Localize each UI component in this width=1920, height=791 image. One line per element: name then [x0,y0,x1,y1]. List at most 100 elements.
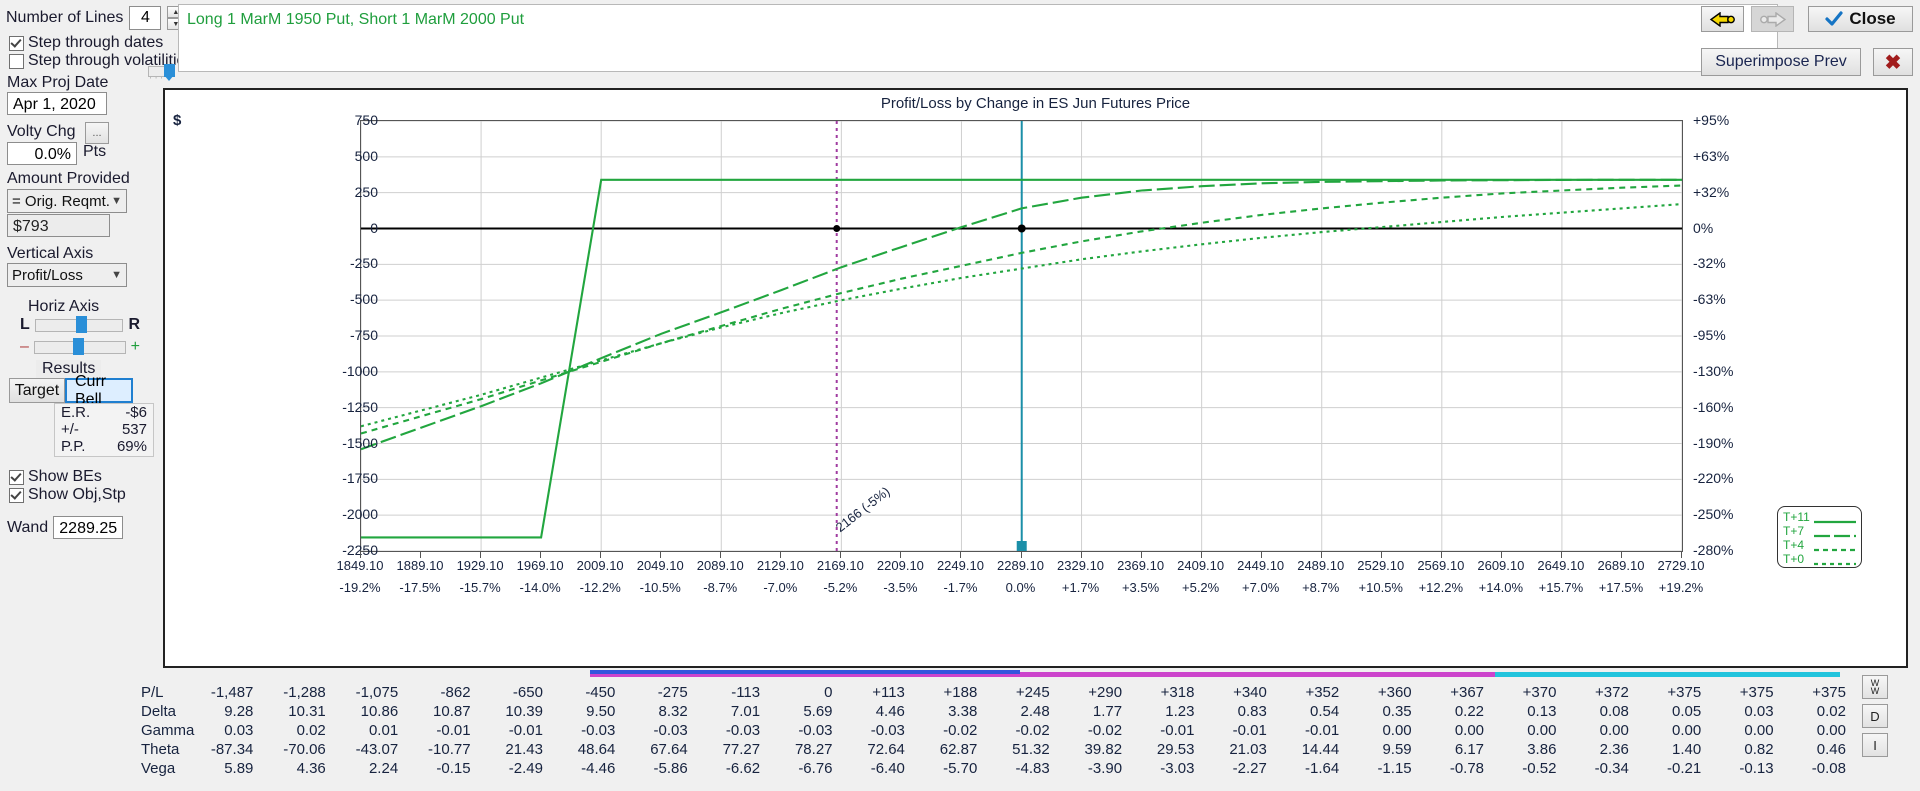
volty-chg-input[interactable]: 0.0% [7,142,77,165]
results-values-box: E.R. -$6 +/- 537 P.P. 69% [54,403,154,457]
x-axis-tick-mark [1500,552,1502,558]
show-objstp-label: Show Obj,Stp [28,486,126,503]
checkmark-icon [1825,11,1843,26]
table-cell: -43.07 [355,741,399,758]
y2-axis-tick-label: +63% [1693,147,1730,164]
table-cell: 0.00 [1744,722,1774,739]
results-mode-toggle[interactable]: Target Curr Bell [9,373,133,408]
greeks-table: P/L -1,487 -1,288 -1,075 -862 -650 -450 -275 -11… [135,675,1890,783]
intraday-view-button[interactable]: I [1862,733,1888,757]
left-control-panel: Number of Lines 4 ▲ ▼ Step through dates… [0,0,193,791]
x-axis-tick-mark [1140,552,1142,558]
legend-item: T+0 [1783,552,1856,566]
max-proj-date-input[interactable]: Apr 1, 2020 [7,92,107,115]
plusminus-value: 537 [121,421,147,438]
vertical-axis-select[interactable]: Profit/Loss ▼ [7,263,127,287]
horiz-pan-thumb-icon[interactable] [75,315,87,333]
close-button[interactable]: Close [1808,6,1913,32]
show-objstp-row[interactable]: Show Obj,Stp [9,486,126,504]
amount-provided-select[interactable]: = Orig. Reqmt. ▼ [7,189,127,213]
er-label: E.R. [61,404,91,421]
horiz-pan-slider-row[interactable]: L R [20,315,140,334]
table-cell: 9.28 [224,703,254,720]
table-cell: -3.90 [1087,760,1123,777]
table-cell: +360 [1377,684,1412,701]
chevron-down-icon: ▼ [111,269,122,281]
delete-button[interactable]: ✖ [1873,48,1913,76]
plot-area[interactable] [360,120,1683,552]
table-cell: -0.02 [1087,722,1123,739]
back-button[interactable] [1701,6,1744,32]
table-cell: 10.87 [433,703,471,720]
table-cell: 2.36 [1599,741,1629,758]
forward-button[interactable] [1751,6,1794,32]
horiz-zoom-slider-row[interactable]: – + [20,337,140,356]
close-label: Close [1849,9,1896,28]
step-through-dates-label: Step through dates [28,34,164,51]
horiz-zoom-thumb-icon[interactable] [72,337,84,355]
table-cell: 0.00 [1599,722,1629,739]
step-through-dates-row[interactable]: Step through dates [9,34,163,52]
table-cell: -113 [731,684,761,701]
day-view-button[interactable]: D [1862,704,1888,728]
y2-axis-tick-label: +32% [1693,183,1730,200]
y2-axis-tick-label: -250% [1693,506,1734,523]
volty-chg-label: Volty Chg [7,123,76,140]
number-of-lines-input[interactable]: 4 [129,6,162,30]
table-cell: 0.02 [296,722,326,739]
horiz-zoom-slider[interactable] [33,337,126,355]
show-objstp-checkbox[interactable] [9,487,24,503]
table-cell: -0.03 [581,722,616,739]
target-button[interactable]: Target [9,378,65,403]
horiz-right-label: R [128,316,140,333]
table-cell: -5.86 [653,760,688,777]
back-arrow-icon [1709,11,1735,27]
table-cell: 3.86 [1527,741,1557,758]
show-bes-checkbox[interactable] [9,469,24,485]
show-bes-row[interactable]: Show BEs [9,468,102,486]
horiz-pan-slider[interactable] [34,315,124,333]
table-cell: -1,075 [355,684,399,701]
table-cell: 2.48 [1020,703,1050,720]
wand-row[interactable]: Wand 2289.25 [7,516,124,539]
amount-value-field[interactable]: $793 [7,214,110,237]
step-through-volatilities-checkbox[interactable] [9,53,24,69]
table-cell: 9.59 [1382,741,1412,758]
table-cell: -0.15 [436,760,471,777]
y2-axis-tick-label: -160% [1693,398,1734,415]
y2-axis-tick-label: -95% [1693,327,1726,343]
volty-chg-options-button[interactable]: ... [85,122,109,144]
table-cell: -3.03 [1160,760,1195,777]
result-er-row: E.R. -$6 [55,404,153,421]
week-view-button[interactable]: WW [1862,675,1888,699]
slider-thumb-icon[interactable] [164,64,175,81]
wand-input[interactable]: 2289.25 [53,516,124,539]
legend-item: T+7 [1783,524,1856,538]
x-axis-tick-mark [960,552,962,558]
table-cell: -6.76 [798,760,833,777]
volatility-mini-slider[interactable]: ''' [148,64,175,84]
wand-label: Wand [7,518,49,536]
table-cell: -6.62 [725,760,761,777]
table-cell: -862 [440,684,471,701]
table-cell: +372 [1595,684,1629,701]
table-cell: 62.87 [939,741,978,758]
table-cell: +375 [1739,684,1774,701]
table-cell: 6.17 [1454,741,1485,758]
superimpose-prev-button[interactable]: Superimpose Prev [1701,48,1861,76]
range-bar-inner [590,670,1020,674]
curr-bell-button[interactable]: Curr Bell [65,373,133,408]
step-through-dates-checkbox[interactable] [9,35,24,51]
table-cell: 4.36 [296,760,326,777]
table-cell: 21.43 [505,741,543,758]
y-axis-tick-label: -2000 [342,506,378,523]
strategy-description-box[interactable]: Long 1 MarM 1950 Put, Short 1 MarM 2000 … [178,4,1778,72]
table-cell: 0.13 [1527,703,1557,720]
y2-axis-tick-label: 0% [1693,219,1714,236]
table-cell: 0.02 [1816,703,1846,720]
show-bes-label: Show BEs [28,468,102,485]
y2-axis-tick-label: +95% [1693,112,1730,128]
table-cell: +352 [1305,684,1340,701]
table-cell: -4.83 [1015,760,1050,777]
table-cell: 0.00 [1527,722,1557,739]
